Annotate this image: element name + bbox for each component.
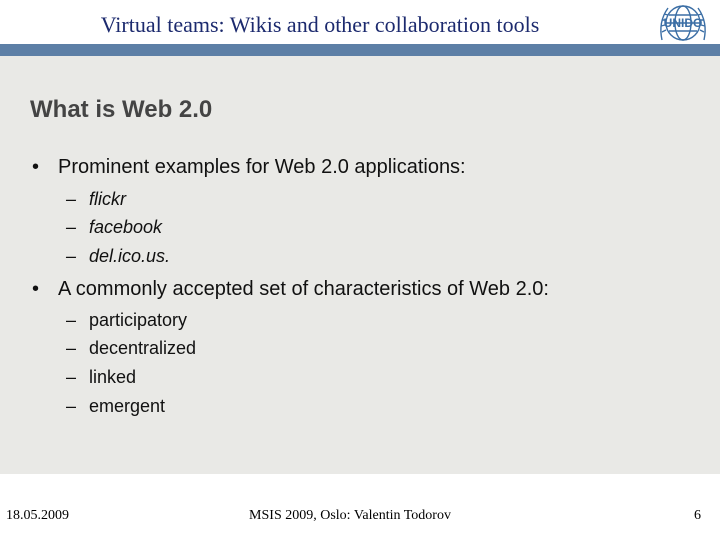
- sub-list-item: – del.ico.us.: [66, 246, 170, 267]
- sub-list-item: – participatory: [66, 310, 187, 331]
- bullet-item: • Prominent examples for Web 2.0 applicat…: [32, 156, 466, 179]
- dash-glyph: –: [66, 396, 77, 416]
- sub-item-text: del.ico.us.: [89, 246, 171, 266]
- slide-heading: What is Web 2.0: [30, 96, 213, 123]
- sub-list-item: – emergent: [66, 396, 165, 417]
- footer-page-number: 6: [694, 508, 701, 523]
- footer-presentation-info: MSIS 2009, Oslo: Valentin Todorov: [249, 508, 451, 523]
- dash-glyph: –: [66, 367, 77, 387]
- dash-glyph: –: [66, 338, 77, 358]
- sub-item-text: decentralized: [89, 338, 197, 358]
- dash-glyph: –: [66, 310, 77, 330]
- sub-list-item: – decentralized: [66, 338, 196, 359]
- sub-item-text: participatory: [89, 310, 188, 330]
- dash-glyph: –: [66, 189, 77, 209]
- bullet-text: A commonly accepted set of characteristi…: [58, 278, 549, 300]
- sub-item-text: emergent: [89, 396, 166, 416]
- bullet-text: Prominent examples for Web 2.0 applicati…: [58, 156, 466, 178]
- sub-list-item: – flickr: [66, 189, 126, 210]
- bullet-glyph: •: [32, 156, 40, 178]
- logo-text: UNIDO: [664, 16, 703, 30]
- slide-header-title: Virtual teams: Wikis and other collabora…: [100, 12, 540, 37]
- dash-glyph: –: [66, 217, 77, 237]
- sub-item-text: linked: [89, 367, 137, 387]
- sub-item-text: flickr: [89, 189, 126, 209]
- bullet-item: • A commonly accepted set of characterist…: [32, 278, 549, 301]
- sub-list-item: – linked: [66, 367, 136, 388]
- bullet-glyph: •: [32, 278, 40, 300]
- unido-logo: UNIDO: [656, 0, 710, 46]
- un-emblem-icon: UNIDO: [660, 5, 706, 41]
- sub-item-text: facebook: [89, 217, 163, 237]
- header-divider-bar: [0, 44, 720, 56]
- dash-glyph: –: [66, 246, 77, 266]
- sub-list-item: – facebook: [66, 217, 162, 238]
